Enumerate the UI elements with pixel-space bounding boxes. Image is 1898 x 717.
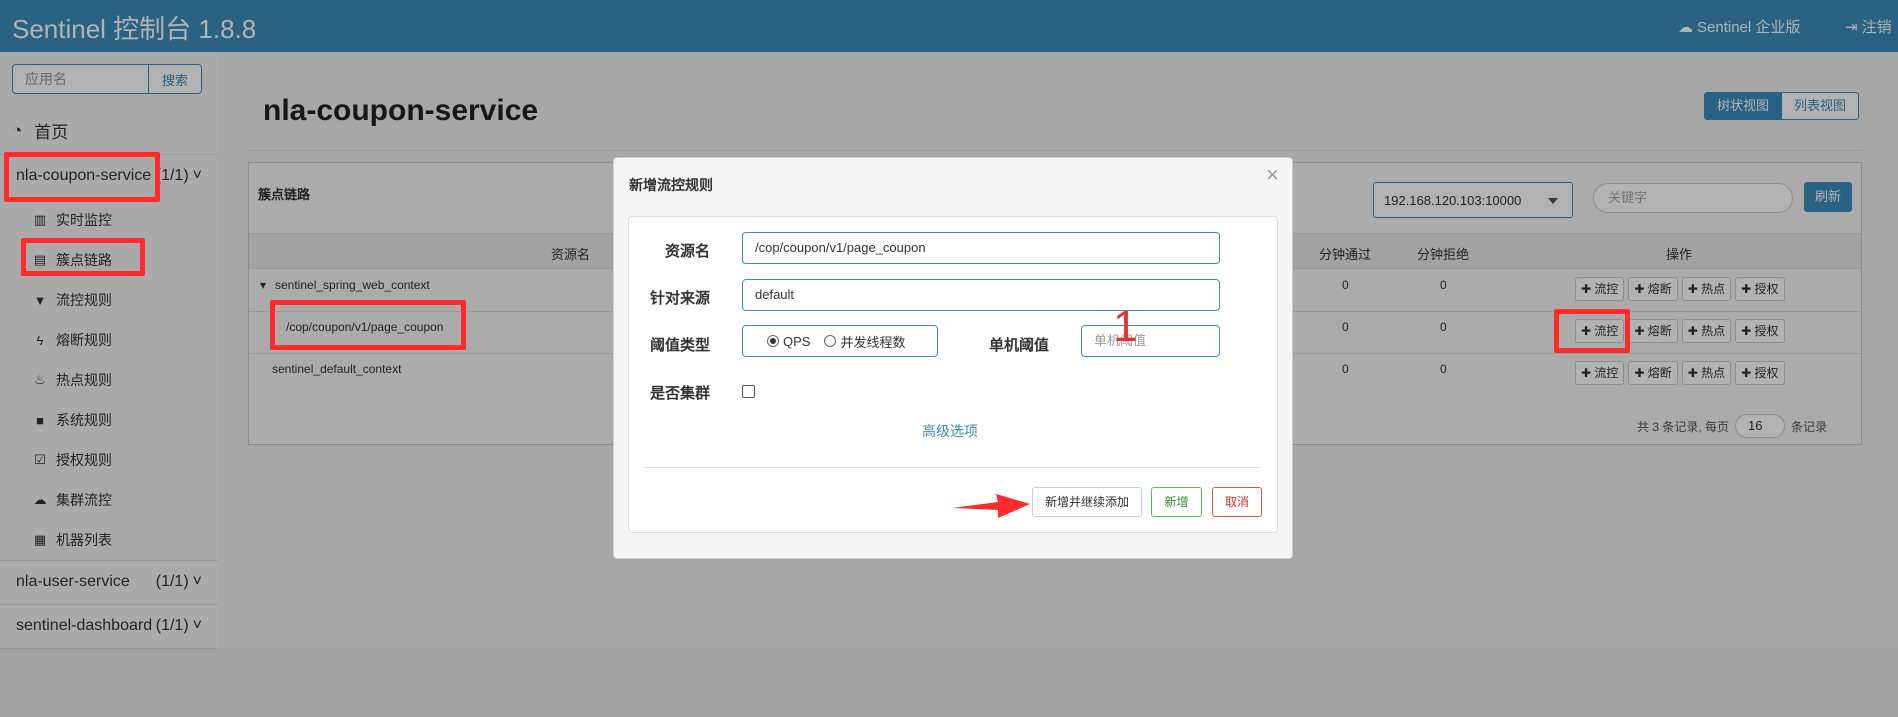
highlight-resource [270,300,466,350]
limit-app-field[interactable]: default [742,279,1220,311]
threshold-type-label: 阈值类型 [650,337,711,354]
source-label: 针对来源 [650,290,711,307]
cancel-button[interactable]: 取消 [1212,487,1262,517]
page-footer-area [0,648,1898,717]
radio-selected-icon [767,335,779,347]
modal-title: 新增流控规则 [629,177,713,193]
resource-name-field[interactable]: /cop/coupon/v1/page_coupon [742,232,1220,264]
highlight-app-name [4,152,160,202]
annotation-step-number: 1 [1113,302,1138,351]
qps-label: QPS [783,333,811,349]
threads-radio[interactable]: 并发线程数 [824,332,905,351]
cluster-label: 是否集群 [650,385,711,402]
arrow-icon [952,494,1030,518]
add-and-continue-button[interactable]: 新增并继续添加 [1032,487,1142,517]
divider [643,467,1261,468]
highlight-flow-button [1554,309,1630,353]
threshold-type-radio-group: QPS 并发线程数 [742,325,938,357]
close-icon[interactable]: × [1266,162,1279,188]
threshold-field[interactable]: 单机阈值 [1081,325,1220,357]
qps-radio[interactable]: QPS [767,334,810,349]
threads-label: 并发线程数 [840,334,906,350]
threshold-label: 单机阈值 [989,337,1050,354]
advanced-options-link[interactable]: 高级选项 [922,421,978,441]
cluster-checkbox[interactable] [742,385,755,398]
add-button[interactable]: 新增 [1151,487,1202,517]
radio-unselected-icon [824,335,837,347]
resource-label: 资源名 [665,243,711,260]
highlight-cluster-point-link [21,238,145,276]
arrow-shape [952,494,1030,518]
